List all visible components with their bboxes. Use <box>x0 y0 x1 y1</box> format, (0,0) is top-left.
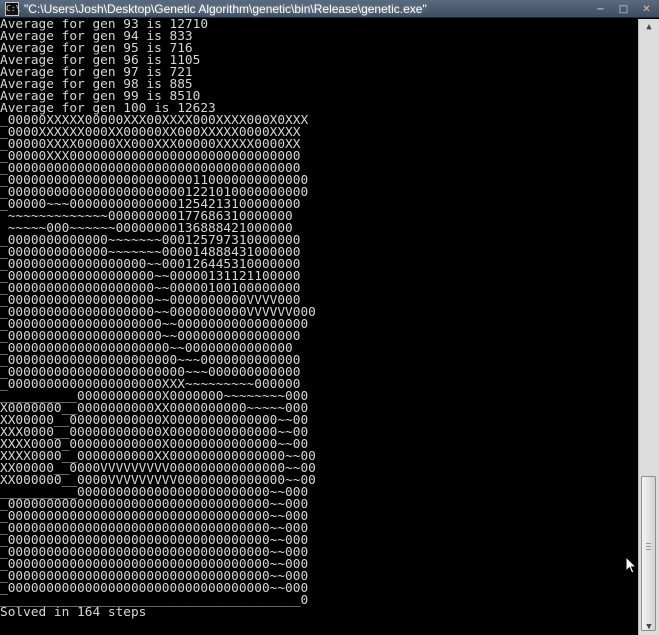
maximize-icon: □ <box>618 3 629 15</box>
scroll-down-arrow-icon[interactable]: ▼ <box>639 619 659 635</box>
title-bar[interactable]: C:\ "C:\Users\Josh\Desktop\Genetic Algor… <box>0 0 659 18</box>
scroll-thumb[interactable] <box>641 476 656 631</box>
console-icon[interactable]: C:\ <box>5 2 20 16</box>
console-output[interactable]: Average for gen 93 is 12710 Average for g… <box>0 19 638 635</box>
close-button[interactable]: ✕ <box>638 3 655 16</box>
close-icon: ✕ <box>642 3 651 15</box>
minimize-icon: − <box>596 3 605 15</box>
console-window: C:\ "C:\Users\Josh\Desktop\Genetic Algor… <box>0 0 659 635</box>
window-title: "C:\Users\Josh\Desktop\Genetic Algorithm… <box>24 2 427 16</box>
window-controls: − □ ✕ <box>592 1 655 17</box>
mouse-pointer-icon <box>625 556 637 574</box>
result-line: Solved in 164 steps <box>0 605 147 620</box>
vertical-scrollbar[interactable]: ▲ ▼ <box>638 19 659 635</box>
minimize-button[interactable]: − <box>592 3 609 16</box>
maximize-button[interactable]: □ <box>615 3 632 16</box>
scroll-up-arrow-icon[interactable]: ▲ <box>639 19 659 35</box>
